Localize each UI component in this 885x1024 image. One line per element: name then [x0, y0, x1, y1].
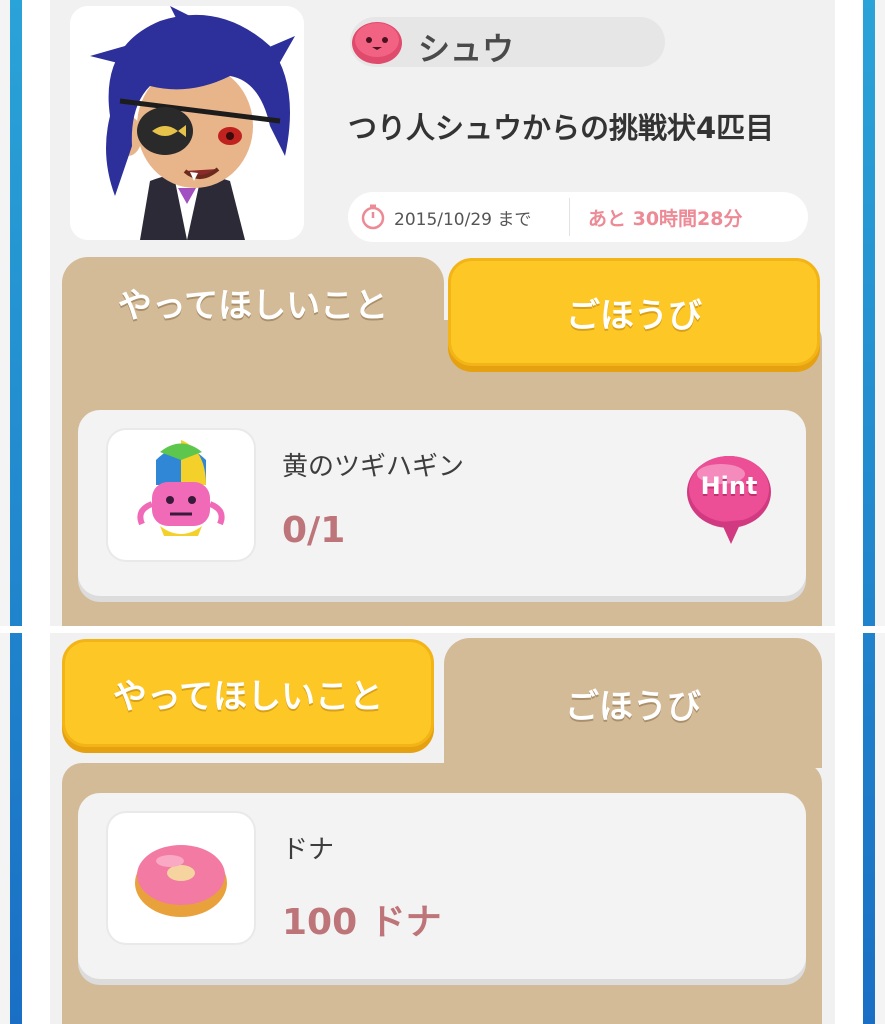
character-name-pill: シュウ [350, 17, 665, 68]
reward-thumbnail [108, 813, 254, 943]
tab-requests-label: やってほしいこと [112, 676, 384, 717]
right-margin [835, 0, 863, 1024]
task-thumbnail [108, 430, 254, 560]
donut-icon [135, 845, 227, 917]
clock-icon [361, 204, 385, 230]
screenshot-divider [0, 626, 885, 633]
task-progress: 0/1 [282, 510, 346, 551]
tab-requests-label: やってほしいこと [117, 285, 389, 326]
hint-button[interactable]: Hint [686, 452, 776, 548]
tab-requests[interactable]: やってほしいこと [62, 639, 434, 747]
tab-rewards[interactable]: ごほうび [444, 638, 822, 768]
reward-detail-panel: ごほうび やってほしいこと ドナ 100 ドナ [50, 633, 835, 1024]
patchwork-monster-icon [137, 440, 225, 536]
hint-label: Hint [700, 472, 758, 500]
task-card: 黄のツギハギン 0/1 Hint [78, 410, 806, 596]
reward-name: ドナ [282, 835, 335, 865]
tab-rewards-label: ごほうび [566, 295, 702, 336]
character-name: シュウ [418, 30, 515, 68]
deadline-date: 2015/10/29 まで [394, 209, 532, 230]
character-portrait-image [70, 6, 304, 240]
tab-rewards[interactable]: ごほうび [448, 258, 820, 366]
time-remaining: あと 30時間28分 [588, 207, 743, 230]
character-portrait [70, 6, 304, 240]
tab-requests[interactable]: やってほしいこと [62, 257, 444, 347]
task-name: 黄のツギハギン [282, 452, 465, 482]
left-edge-bar [10, 0, 22, 1024]
pink-slime-icon [352, 22, 402, 64]
deadline-pill: 2015/10/29 まで あと 30時間28分 [348, 192, 808, 242]
reward-card: ドナ 100 ドナ [78, 793, 806, 979]
left-margin [22, 0, 50, 1024]
hint-speech-bubble-icon [687, 456, 771, 544]
quest-title: つり人シュウからの挑戦状4匹目 [348, 111, 775, 145]
quest-detail-panel: シュウ つり人シュウからの挑戦状4匹目 2015/10/29 まで あと 30時… [50, 0, 835, 626]
deadline-divider [569, 198, 570, 236]
reward-amount: 100 ドナ [282, 902, 442, 943]
right-edge-bar [863, 0, 875, 1024]
tab-rewards-label: ごほうび [565, 686, 701, 727]
